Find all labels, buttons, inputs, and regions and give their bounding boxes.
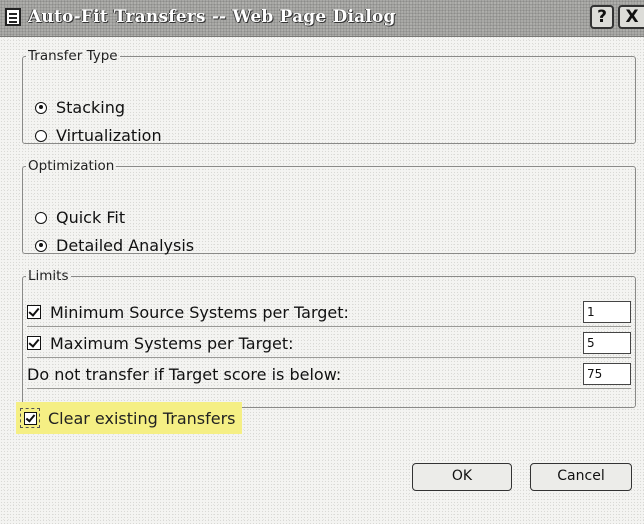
radio-virtualization[interactable]: Virtualization xyxy=(35,126,162,145)
max-systems-input[interactable] xyxy=(583,332,631,354)
target-score-label: Do not transfer if Target score is below… xyxy=(27,364,342,384)
radio-unselected-icon[interactable] xyxy=(35,211,47,224)
radio-quick-fit-label: Quick Fit xyxy=(56,208,126,227)
limit-row-min-source: Minimum Source Systems per Target: xyxy=(27,300,631,324)
clear-existing-checkbox[interactable] xyxy=(20,408,40,428)
transfer-type-group: Transfer Type Stacking Virtualization xyxy=(22,48,636,145)
dialog-window: Auto-Fit Transfers -- Web Page Dialog ? … xyxy=(0,0,644,524)
clear-existing-transfers[interactable]: Clear existing Transfers xyxy=(16,402,242,434)
radio-stacking-label: Stacking xyxy=(56,98,126,117)
min-source-checkbox[interactable] xyxy=(27,305,41,319)
radio-detailed-analysis-label: Detailed Analysis xyxy=(56,236,195,255)
ok-button[interactable]: OK xyxy=(412,463,512,491)
radio-selected-icon[interactable] xyxy=(35,239,47,252)
limit-divider xyxy=(27,326,631,327)
checkmark-icon xyxy=(23,411,37,425)
limits-group: Limits Minimum Source Systems per Target… xyxy=(22,268,636,408)
radio-unselected-icon[interactable] xyxy=(35,129,47,142)
max-systems-checkbox[interactable] xyxy=(27,336,41,350)
limit-divider xyxy=(27,357,631,358)
limit-row-max-systems: Maximum Systems per Target: xyxy=(27,331,631,355)
page-icon xyxy=(5,8,21,26)
radio-selected-icon[interactable] xyxy=(35,101,47,114)
min-source-input[interactable] xyxy=(583,301,631,323)
limit-row-target-score: Do not transfer if Target score is below… xyxy=(27,362,631,386)
limits-legend: Limits xyxy=(28,268,69,284)
cancel-button[interactable]: Cancel xyxy=(530,463,632,491)
target-score-input[interactable] xyxy=(583,363,631,385)
window-title: Auto-Fit Transfers -- Web Page Dialog xyxy=(28,7,396,27)
transfer-type-legend: Transfer Type xyxy=(28,48,118,64)
clear-existing-label: Clear existing Transfers xyxy=(48,408,236,428)
radio-detailed-analysis[interactable]: Detailed Analysis xyxy=(35,236,194,255)
min-source-label: Minimum Source Systems per Target: xyxy=(50,302,349,322)
limit-divider xyxy=(27,388,631,389)
optimization-group: Optimization Quick Fit Detailed Analysis xyxy=(22,158,636,255)
title-bar[interactable]: Auto-Fit Transfers -- Web Page Dialog ? … xyxy=(0,0,644,37)
optimization-legend: Optimization xyxy=(28,158,115,174)
close-button[interactable]: X xyxy=(618,5,644,29)
radio-virtualization-label: Virtualization xyxy=(56,126,162,145)
radio-quick-fit[interactable]: Quick Fit xyxy=(35,208,125,227)
help-button[interactable]: ? xyxy=(590,5,614,29)
max-systems-label: Maximum Systems per Target: xyxy=(50,333,294,353)
radio-stacking[interactable]: Stacking xyxy=(35,98,125,117)
